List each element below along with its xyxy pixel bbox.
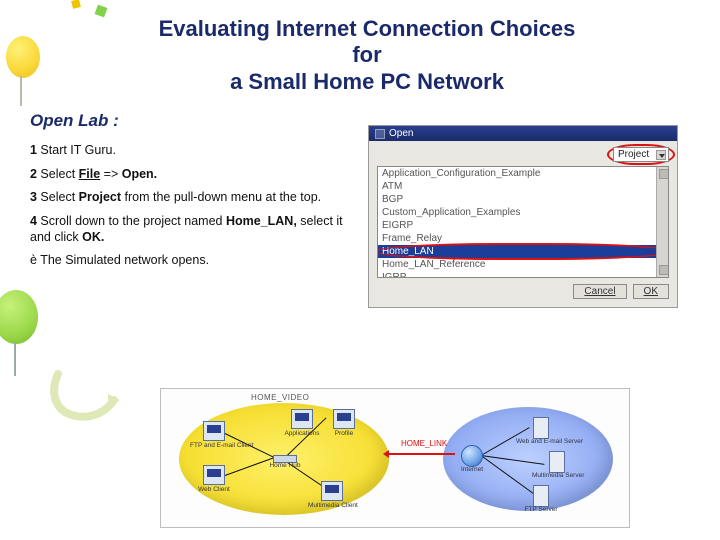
node-applications: Applications [291,409,313,429]
step-text: Start IT Guru. [37,143,116,157]
node-label: Internet [444,466,500,473]
section-heading: Open Lab : [30,111,356,131]
step-item: 4 Scroll down to the project named Home_… [30,214,356,245]
diagram-title: HOME_VIDEO [251,393,309,402]
step-text: Scroll down to the project named [37,214,226,228]
cancel-button[interactable]: Cancel [573,284,626,299]
step-number: 4 [30,214,37,228]
home-link-line [389,453,455,455]
step-bold: Project [79,190,121,204]
node-label: FTP and E-mail Client [190,442,238,449]
node-label: Profile [320,430,368,437]
step-text: Select [37,167,79,181]
step-number: 2 [30,167,37,181]
list-item-selected[interactable]: Home_LAN [378,245,668,258]
step-item: 1 Start IT Guru. [30,143,356,159]
scrollbar[interactable] [656,167,668,277]
window-icon [375,129,385,139]
step-item: è The Simulated network opens. [30,253,356,269]
node-ftp-server: FTP Server [533,485,549,507]
node-label: Multimedia Client [308,502,356,509]
network-diagram: HOME_VIDEO HOME_LINK Applications Profil… [160,388,630,528]
node-web-client: Web Client [203,465,225,485]
step-item: 2 Select File => Open. [30,167,356,183]
step-bold: OK. [82,230,104,244]
dialog-titlebar: Open [369,126,677,141]
node-profile: Profile [333,409,355,429]
list-item[interactable]: EIGRP [378,219,668,232]
arrow-right-icon: è [30,253,37,267]
title-line: for [44,42,690,68]
node-home-hub: Home Hub [273,455,297,463]
project-listbox[interactable]: Application_Configuration_Example ATM BG… [377,166,669,278]
node-ftp-email-client: FTP and E-mail Client [203,421,225,441]
node-web-email-server: Web and E-mail Server [533,417,549,439]
step-number: 3 [30,190,37,204]
list-item[interactable]: ATM [378,180,668,193]
node-label: Home Hub [256,462,314,469]
step-text: from the pull-down menu at the top. [121,190,321,204]
list-item[interactable]: Home_LAN_Reference [378,258,668,271]
step-bold: File [79,167,101,181]
home-link-label: HOME_LINK [401,439,447,448]
node-label: Web Client [190,486,238,493]
step-text: The Simulated network opens. [37,253,209,267]
chevron-down-icon[interactable] [656,150,666,160]
step-text: => [100,167,122,181]
node-internet-globe: Internet [461,445,483,467]
node-multimedia-client: Multimedia Client [321,481,343,501]
node-label: Multimedia Server [532,472,582,479]
node-multimedia-server: Multimedia Server [549,451,565,473]
step-item: 3 Select Project from the pull-down menu… [30,190,356,206]
list-item[interactable]: Custom_Application_Examples [378,206,668,219]
page-title: Evaluating Internet Connection Choices f… [0,0,720,101]
list-item[interactable]: IGRP [378,271,668,278]
list-item[interactable]: Application_Configuration_Example [378,167,668,180]
step-number: 1 [30,143,37,157]
decoration-swirl-arrow [48,368,128,428]
node-label: FTP Server [516,506,566,513]
combobox-value: Project [618,149,649,160]
open-dialog: Open Project Application_Configuration_E… [368,125,678,308]
list-item[interactable]: BGP [378,193,668,206]
dialog-title-text: Open [389,128,413,139]
step-bold: Open. [122,167,157,181]
ok-button[interactable]: OK [633,284,669,299]
highlight-oval: Project [613,147,669,162]
type-combobox[interactable]: Project [613,147,669,162]
step-bold: Home_LAN, [226,214,297,228]
title-line: Evaluating Internet Connection Choices [44,16,690,42]
node-label: Web and E-mail Server [516,438,566,445]
step-text: Select [37,190,79,204]
title-line: a Small Home PC Network [44,69,690,95]
node-label: Applications [278,430,326,437]
